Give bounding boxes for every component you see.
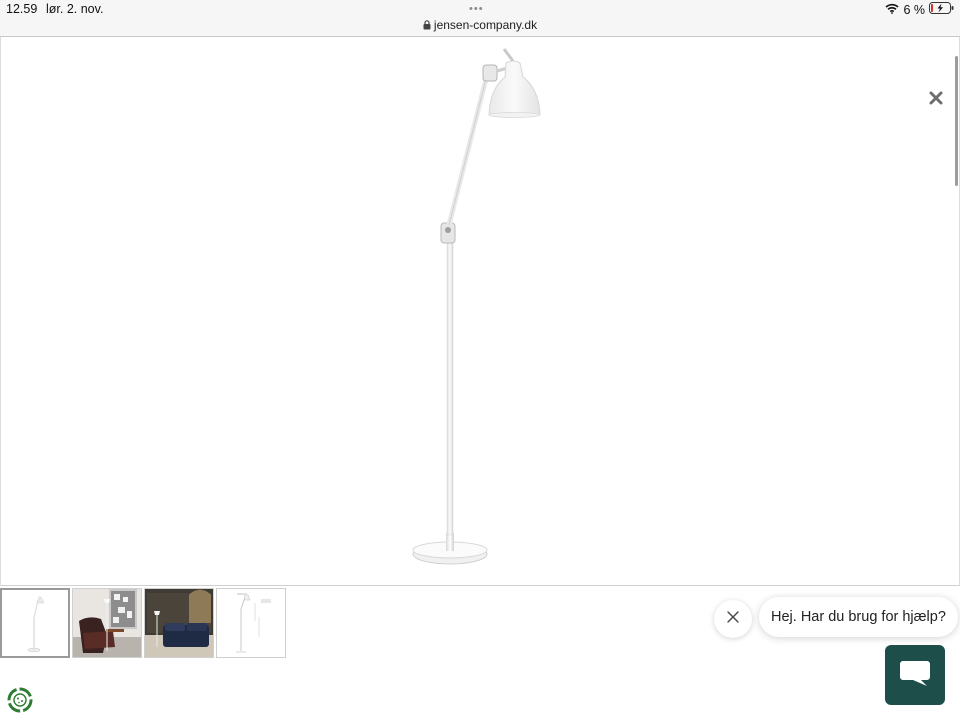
status-time: 12.59 — [6, 2, 38, 16]
battery-percent: 6 % — [903, 2, 925, 17]
wifi-icon — [885, 3, 899, 17]
thumbnail-dimension-drawing[interactable] — [216, 588, 286, 658]
cookie-settings-button[interactable] — [6, 686, 34, 714]
thumb-floor-lamp-image — [27, 596, 45, 653]
chat-icon — [899, 659, 931, 692]
browser-status-bar: 12.59 lør. 2. nov. ••• jensen-company.dk… — [0, 0, 960, 37]
url-text: jensen-company.dk — [433, 18, 538, 32]
thumbnail-interior-bedroom[interactable] — [144, 588, 214, 658]
battery-charging-icon — [929, 2, 954, 17]
status-date: lør. 2. nov. — [46, 2, 104, 16]
scrollbar[interactable] — [955, 56, 958, 186]
lock-icon — [423, 19, 431, 33]
floor-lamp-image — [412, 48, 541, 565]
close-icon[interactable] — [927, 89, 945, 107]
chat-greeting-text: Hej. Har du brug for hjælp? — [771, 609, 946, 625]
thumb-dimension-drawing-image — [217, 589, 285, 657]
chat-close-button[interactable] — [714, 600, 752, 638]
status-indicators: 6 % — [885, 2, 954, 17]
cookie-icon — [6, 687, 34, 718]
product-image-viewer[interactable] — [0, 37, 960, 586]
address-bar[interactable]: jensen-company.dk — [0, 18, 960, 33]
thumbnail-interior-chair[interactable] — [72, 588, 142, 658]
thumb-interior-chair-image — [73, 589, 141, 657]
thumb-interior-bedroom-image — [145, 589, 213, 657]
chat-launcher-button[interactable] — [885, 645, 945, 705]
thumbnail-strip — [0, 588, 288, 658]
chat-greeting-bubble[interactable]: Hej. Har du brug for hjælp? — [759, 597, 958, 637]
thumbnail-floor-lamp[interactable] — [0, 588, 70, 658]
browser-menu-dots[interactable]: ••• — [469, 3, 484, 15]
close-icon — [727, 610, 739, 628]
